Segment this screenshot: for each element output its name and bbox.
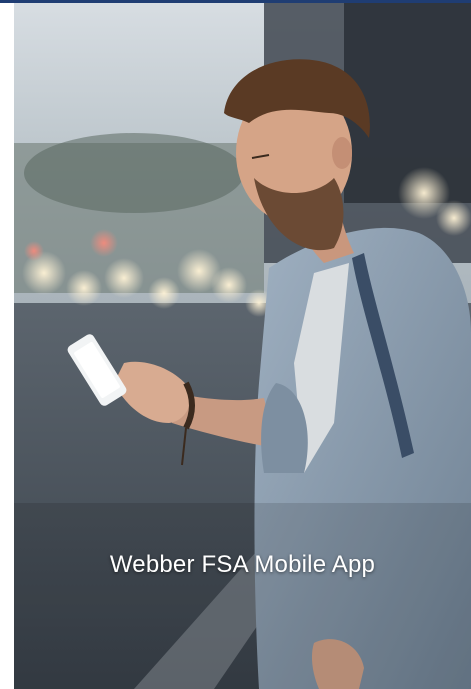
app-screen: Webber FSA Mobile App	[0, 0, 471, 689]
man-ear	[332, 137, 352, 169]
vignette	[14, 503, 471, 689]
tree-blur	[24, 133, 244, 213]
hero-photo	[14, 3, 471, 689]
hero-caption: Webber FSA Mobile App	[109, 551, 376, 578]
hero-image: Webber FSA Mobile App	[14, 3, 471, 689]
